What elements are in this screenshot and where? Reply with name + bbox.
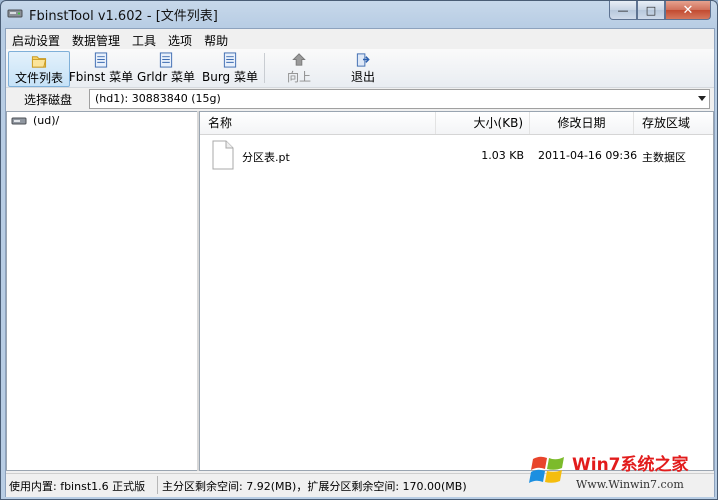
status-space: 主分区剩余空间: 7.92(MB)，扩展分区剩余空间: 170.00(MB)	[162, 480, 467, 493]
maximize-icon: □	[645, 3, 657, 17]
folder-tree[interactable]: (ud)/	[6, 111, 198, 471]
maximize-button[interactable]: □	[637, 1, 665, 20]
window-title: FbinstTool v1.602 - [文件列表]	[29, 9, 218, 24]
file-list: 名称 大小(KB) 修改日期 存放区域 分区表.pt 1.03 KB 2011-…	[199, 111, 714, 471]
menu-help[interactable]: 帮助	[198, 29, 234, 49]
disk-label: 选择磁盘	[24, 93, 73, 107]
menu-options[interactable]: 选项	[162, 29, 198, 49]
tree-root-item[interactable]: (ud)/	[11, 114, 59, 127]
watermark-url: Www.Winwin7.com	[576, 478, 684, 491]
column-name[interactable]: 名称	[200, 112, 436, 134]
disk-selector-row: 选择磁盘 (hd1): 30883840 (15g)	[6, 88, 714, 110]
grldr-menu-label: Grldr 菜单	[137, 70, 195, 84]
close-button[interactable]: ✕	[665, 1, 711, 20]
client-area: 启动设置 数据管理 工具 选项 帮助 文件列表 Fbinst 菜单 Grldr …	[5, 28, 715, 497]
column-size[interactable]: 大小(KB)	[436, 112, 530, 134]
burg-menu-label: Burg 菜单	[202, 70, 258, 84]
drive-icon	[11, 117, 27, 124]
file-name: 分区表.pt	[242, 151, 290, 164]
file-size: 1.03 KB	[481, 149, 524, 162]
status-core: 使用内置: fbinst1.6 正式版	[9, 480, 146, 493]
document-icon	[223, 52, 237, 68]
list-header: 名称 大小(KB) 修改日期 存放区域	[200, 112, 713, 135]
site-watermark: Win7系统之家 Www.Winwin7.com	[524, 446, 718, 500]
app-drive-icon	[7, 9, 23, 18]
up-label: 向上	[286, 70, 311, 84]
table-row[interactable]: 分区表.pt 1.03 KB 2011-04-16 09:36 主数据区	[200, 138, 713, 172]
burg-menu-button[interactable]: Burg 菜单	[200, 51, 260, 85]
caption-buttons: — □ ✕	[609, 1, 711, 20]
minimize-icon: —	[617, 3, 629, 17]
menu-bar: 启动设置 数据管理 工具 选项 帮助	[6, 29, 714, 49]
menu-boot-settings[interactable]: 启动设置	[6, 29, 66, 49]
minimize-button[interactable]: —	[609, 1, 637, 20]
grldr-menu-button[interactable]: Grldr 菜单	[136, 51, 196, 85]
menu-tools[interactable]: 工具	[126, 29, 162, 49]
menu-data-management[interactable]: 数据管理	[66, 29, 126, 49]
file-area: 主数据区	[642, 151, 686, 164]
up-arrow-icon	[292, 53, 306, 66]
document-icon	[159, 52, 173, 68]
file-icon	[212, 140, 234, 170]
document-icon	[94, 52, 108, 68]
file-list-label: 文件列表	[14, 71, 63, 85]
exit-label: 退出	[350, 70, 375, 84]
tree-root-label: (ud)/	[33, 114, 60, 127]
close-icon: ✕	[682, 2, 694, 18]
toolbar-separator	[264, 53, 265, 83]
exit-icon	[356, 53, 370, 67]
column-modified[interactable]: 修改日期	[530, 112, 634, 134]
chevron-down-icon[interactable]	[698, 96, 706, 101]
status-separator	[157, 476, 158, 494]
file-list-button[interactable]: 文件列表	[8, 51, 70, 87]
toolbar: 文件列表 Fbinst 菜单 Grldr 菜单 Burg 菜单 向上 退出	[6, 49, 714, 88]
disk-dropdown[interactable]: (hd1): 30883840 (15g)	[89, 89, 710, 109]
fbinst-menu-label: Fbinst 菜单	[68, 70, 134, 84]
column-area[interactable]: 存放区域	[634, 112, 713, 134]
app-window: FbinstTool v1.602 - [文件列表] — □ ✕ 启动设置 数据…	[0, 0, 718, 500]
title-bar[interactable]: FbinstTool v1.602 - [文件列表] — □ ✕	[1, 1, 717, 27]
up-button[interactable]: 向上	[276, 51, 322, 85]
fbinst-menu-button[interactable]: Fbinst 菜单	[68, 51, 134, 85]
exit-button[interactable]: 退出	[340, 51, 386, 85]
folder-icon	[31, 56, 47, 68]
watermark-title: Win7系统之家	[572, 455, 689, 475]
disk-selected-value: (hd1): 30883840 (15g)	[95, 92, 221, 105]
windows-logo-icon	[529, 456, 564, 483]
file-modified: 2011-04-16 09:36	[538, 149, 638, 162]
